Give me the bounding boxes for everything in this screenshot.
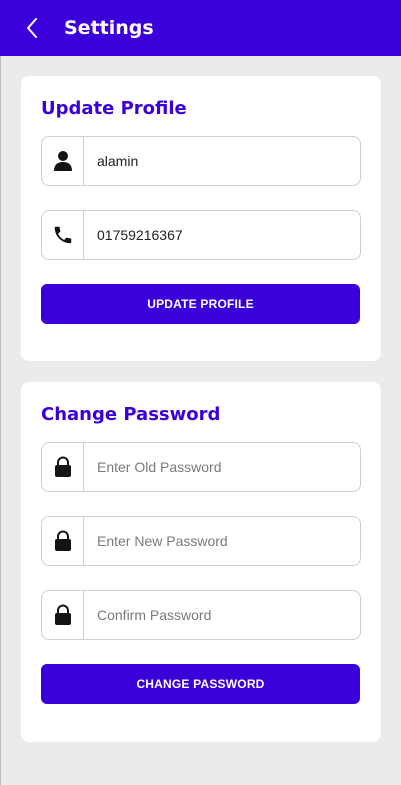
confirm-password-input[interactable] <box>84 591 360 639</box>
left-border <box>0 56 1 785</box>
old-password-input[interactable] <box>84 443 360 491</box>
phone-field <box>41 210 361 260</box>
change-password-button[interactable]: CHANGE PASSWORD <box>41 664 360 704</box>
update-profile-card: Update Profile UPDATE PROFILE <box>21 76 381 361</box>
update-profile-button[interactable]: UPDATE PROFILE <box>41 284 360 324</box>
phone-icon <box>42 211 84 259</box>
name-input[interactable] <box>84 137 360 185</box>
page-title: Settings <box>64 17 154 39</box>
change-password-title: Change Password <box>41 404 221 425</box>
update-profile-title: Update Profile <box>41 98 187 119</box>
new-password-input[interactable] <box>84 517 360 565</box>
new-password-field <box>41 516 361 566</box>
phone-input[interactable] <box>84 211 360 259</box>
app-bar: Settings <box>0 0 401 56</box>
name-field <box>41 136 361 186</box>
lock-icon <box>42 517 84 565</box>
back-button[interactable] <box>20 16 44 40</box>
lock-icon <box>42 443 84 491</box>
lock-icon <box>42 591 84 639</box>
user-icon <box>42 137 84 185</box>
old-password-field <box>41 442 361 492</box>
chevron-left-icon <box>27 18 37 38</box>
change-password-card: Change Password CHANGE PASSWORD <box>21 382 381 742</box>
confirm-password-field <box>41 590 361 640</box>
